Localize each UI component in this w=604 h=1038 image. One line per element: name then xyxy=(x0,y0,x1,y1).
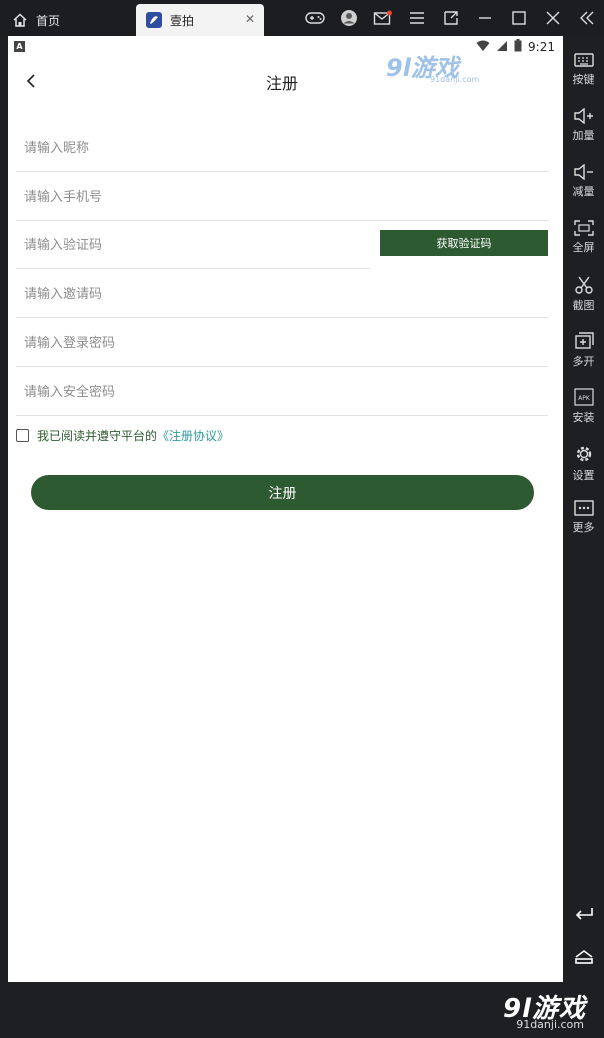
mail-icon[interactable] xyxy=(366,6,400,30)
sidebar-item-label: 设置 xyxy=(572,469,595,482)
nickname-field-row xyxy=(16,124,548,172)
phone-screen: A 9:21 9l游戏 91danji.com 注册 请输入昵称 请输入手机号 … xyxy=(8,36,563,982)
tab-home[interactable]: 首页 xyxy=(12,4,122,36)
safe-password-input[interactable] xyxy=(24,368,540,416)
app-navbar: 注册 xyxy=(8,58,563,104)
minimize-icon[interactable] xyxy=(468,6,502,30)
tab-home-label: 首页 xyxy=(36,13,61,28)
nickname-input[interactable] xyxy=(24,124,540,172)
android-home-button[interactable] xyxy=(563,942,604,972)
phone-field-row xyxy=(16,173,548,221)
gear-icon xyxy=(576,446,591,462)
apk-install-icon: APK xyxy=(573,388,594,406)
sidebar-item-settings[interactable]: 设置 xyxy=(563,444,604,500)
volume-up-icon xyxy=(573,108,593,124)
verification-code-input[interactable] xyxy=(24,221,363,269)
window-restore-icon[interactable] xyxy=(434,6,468,30)
sidebar-item-label: 截图 xyxy=(572,299,595,312)
agreement-checkbox[interactable] xyxy=(16,428,29,442)
collapse-sidebar-icon[interactable] xyxy=(570,6,604,30)
volume-down-icon xyxy=(573,164,593,180)
app-logo-icon xyxy=(146,12,162,28)
sidebar-item-volume-down[interactable]: 减量 xyxy=(563,164,604,220)
emulator-titlebar: 首页 壹拍 ✕ xyxy=(0,0,604,36)
watermark-footer: 9l游戏 91danji.com xyxy=(422,982,604,1038)
fullscreen-icon xyxy=(573,220,594,236)
agreement-link[interactable]: 《注册协议》 xyxy=(157,427,229,444)
sidebar-item-install[interactable]: APK 安装 xyxy=(563,388,604,444)
verification-code-field-row xyxy=(16,221,371,269)
titlebar-controls xyxy=(298,6,604,30)
maximize-icon[interactable] xyxy=(502,6,536,30)
battery-icon xyxy=(514,39,522,55)
login-password-input[interactable] xyxy=(24,319,540,367)
status-badge: A xyxy=(14,41,25,52)
sidebar-item-label: 更多 xyxy=(572,521,595,534)
agreement-row: 我已阅读并遵守平台的 《注册协议》 xyxy=(16,426,229,444)
sidebar-item-screenshot[interactable]: 截图 xyxy=(563,276,604,332)
sidebar-item-label: 全屏 xyxy=(572,241,595,254)
home-icon xyxy=(574,950,593,964)
register-button[interactable]: 注册 xyxy=(31,475,534,510)
multi-instance-icon xyxy=(574,332,594,349)
watermark-site-text: 91danji.com xyxy=(516,1018,584,1031)
sidebar-item-label: 按键 xyxy=(572,73,595,86)
gamepad-icon[interactable] xyxy=(298,6,332,30)
sidebar-item-keys[interactable]: 按键 xyxy=(563,52,604,108)
sidebar-item-label: 加量 xyxy=(572,129,595,142)
keyboard-icon xyxy=(573,53,594,67)
agreement-text: 我已阅读并遵守平台的 xyxy=(37,428,158,443)
close-icon[interactable] xyxy=(536,6,570,30)
safe-password-field-row xyxy=(16,368,548,416)
android-back-button[interactable] xyxy=(563,898,604,928)
sidebar-item-label: 减量 xyxy=(572,185,595,198)
sidebar-item-label: 多开 xyxy=(572,355,595,368)
sidebar-item-volume-up[interactable]: 加量 xyxy=(563,108,604,164)
invite-code-field-row xyxy=(16,270,548,318)
svg-text:APK: APK xyxy=(578,395,591,402)
sidebar-item-more[interactable]: 更多 xyxy=(563,500,604,556)
sidebar-item-fullscreen[interactable]: 全屏 xyxy=(563,220,604,276)
tab-close-icon[interactable]: ✕ xyxy=(244,13,256,25)
user-avatar-icon[interactable] xyxy=(332,6,366,30)
sidebar-item-multi-instance[interactable]: 多开 xyxy=(563,332,604,388)
more-icon xyxy=(573,500,594,516)
menu-icon[interactable] xyxy=(400,6,434,30)
home-icon xyxy=(12,12,28,28)
emulator-sidebar: 按键 加量 减量 全屏 截图 多开 APK 安装 设置 更多 xyxy=(563,36,604,1038)
sidebar-item-label: 安装 xyxy=(572,411,595,424)
tab-app-label: 壹拍 xyxy=(170,13,195,28)
phone-input[interactable] xyxy=(24,173,540,221)
login-password-field-row xyxy=(16,319,548,367)
invite-code-input[interactable] xyxy=(24,270,540,318)
back-arrow-icon xyxy=(575,908,593,920)
get-code-button[interactable]: 获取验证码 xyxy=(380,230,548,256)
emulator-window: 首页 壹拍 ✕ A 9:21 9l游戏 91danji.com 注册 请输入昵称… xyxy=(0,0,604,1038)
status-icons: 9:21 xyxy=(476,39,555,55)
status-time: 9:21 xyxy=(528,40,555,54)
tab-app[interactable]: 壹拍 ✕ xyxy=(136,4,264,36)
scissors-icon xyxy=(574,276,593,294)
signal-icon xyxy=(496,40,508,55)
page-title: 注册 xyxy=(265,74,298,93)
